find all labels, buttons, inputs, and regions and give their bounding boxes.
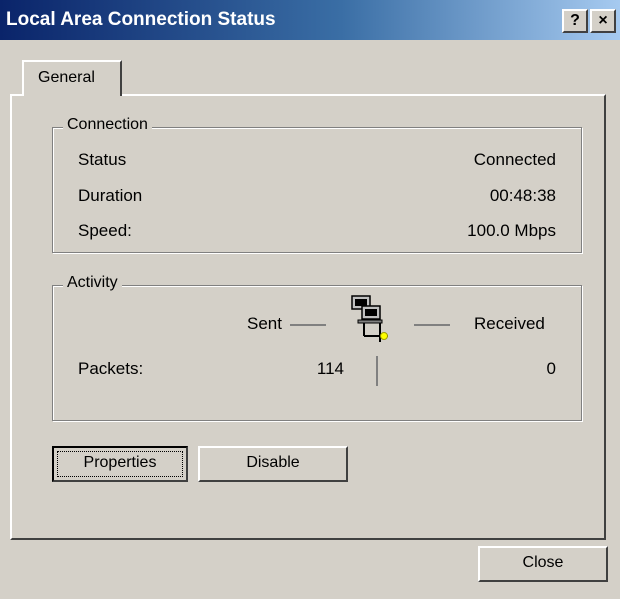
help-button[interactable]: ?	[562, 9, 588, 33]
speed-value: 100.0 Mbps	[467, 221, 556, 240]
network-activity-icon	[340, 292, 408, 348]
tab-general[interactable]: General	[22, 60, 122, 96]
sent-label: Sent	[247, 314, 282, 333]
duration-label: Duration	[78, 186, 143, 205]
sent-line	[290, 324, 326, 326]
activity-legend: Activity	[63, 274, 122, 292]
duration-value: 00:48:38	[489, 186, 556, 205]
status-label: Status	[78, 150, 127, 169]
activity-divider	[376, 356, 378, 386]
received-line	[414, 324, 450, 326]
packets-received-value: 0	[546, 359, 556, 378]
status-value: Connected	[473, 150, 556, 169]
disable-button-label: Disable	[246, 454, 300, 471]
properties-button[interactable]: Properties	[52, 446, 188, 482]
title-bar: Local Area Connection Status ? ×	[0, 0, 620, 40]
close-button-label: Close	[522, 554, 564, 571]
connection-legend: Connection	[63, 116, 152, 134]
received-label: Received	[474, 314, 545, 333]
packets-label: Packets:	[78, 359, 144, 378]
close-window-button[interactable]: ×	[590, 9, 616, 33]
close-button[interactable]: Close	[478, 546, 608, 582]
activity-group: Activity	[52, 274, 582, 421]
disable-button[interactable]: Disable	[198, 446, 348, 482]
window-title: Local Area Connection Status	[6, 9, 276, 30]
speed-label: Speed:	[78, 221, 132, 240]
packets-sent-value: 114	[316, 359, 344, 378]
tab-general-label: General	[38, 69, 95, 86]
focus-outline	[57, 451, 183, 477]
